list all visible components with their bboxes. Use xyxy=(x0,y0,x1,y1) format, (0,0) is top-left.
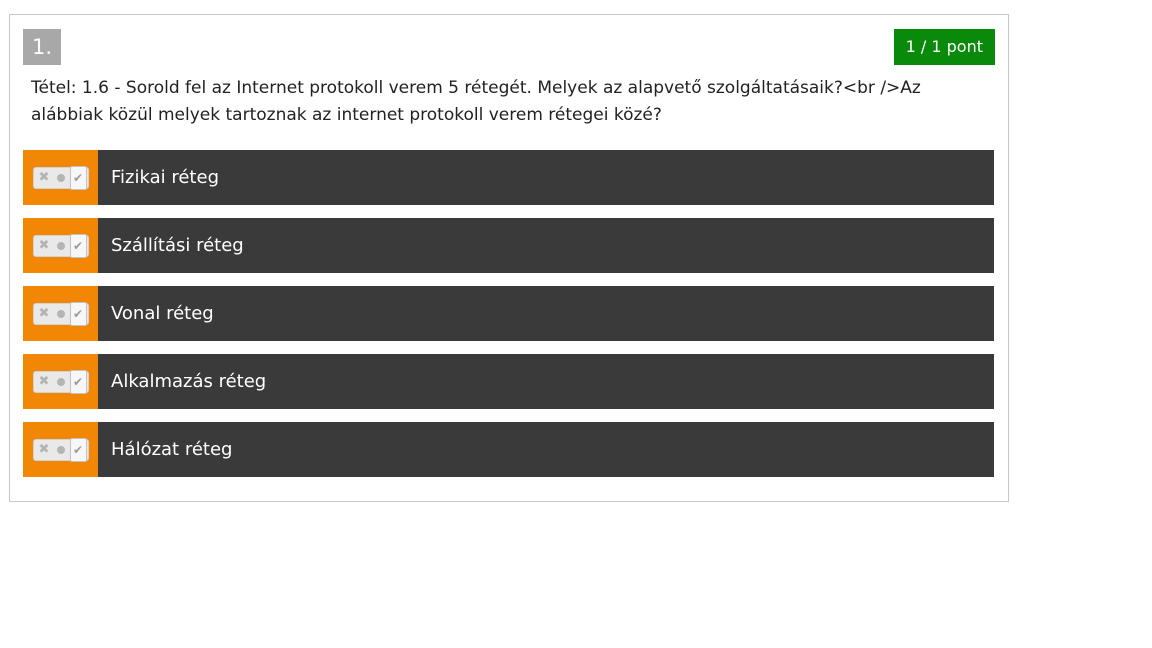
cross-icon: ✖ xyxy=(38,441,50,457)
cross-icon: ✖ xyxy=(38,237,50,253)
dot-icon xyxy=(56,445,65,454)
check-icon: ✔ xyxy=(69,437,87,462)
dot-icon xyxy=(56,173,65,182)
dot-icon xyxy=(56,241,65,250)
answer-option-3[interactable]: ✖ ✔ Vonal réteg xyxy=(23,286,994,341)
cross-icon: ✖ xyxy=(38,169,50,185)
check-icon: ✔ xyxy=(69,301,87,326)
answer-option-4[interactable]: ✖ ✔ Alkalmazás réteg xyxy=(23,354,994,409)
check-icon: ✔ xyxy=(69,233,87,258)
toggle-container: ✖ ✔ xyxy=(23,422,98,477)
answer-option-label: Szállítási réteg xyxy=(98,218,994,273)
cross-icon: ✖ xyxy=(38,373,50,389)
tristate-toggle[interactable]: ✖ ✔ xyxy=(32,165,89,190)
toggle-container: ✖ ✔ xyxy=(23,150,98,205)
tristate-toggle[interactable]: ✖ ✔ xyxy=(32,233,89,258)
toggle-container: ✖ ✔ xyxy=(23,286,98,341)
score-badge: 1 / 1 pont xyxy=(893,29,995,65)
toggle-container: ✖ ✔ xyxy=(23,218,98,273)
question-text: Tétel: 1.6 - Sorold fel az Internet prot… xyxy=(31,78,921,125)
dot-icon xyxy=(56,377,65,386)
tristate-toggle[interactable]: ✖ ✔ xyxy=(32,369,89,394)
answer-option-label: Vonal réteg xyxy=(98,286,994,341)
answer-option-label: Hálózat réteg xyxy=(98,422,994,477)
check-icon: ✔ xyxy=(69,165,87,190)
answer-option-5[interactable]: ✖ ✔ Hálózat réteg xyxy=(23,422,994,477)
question-number: 1. xyxy=(23,29,61,65)
check-icon: ✔ xyxy=(69,369,87,394)
answer-option-1[interactable]: ✖ ✔ Fizikai réteg xyxy=(23,150,994,205)
answer-option-2[interactable]: ✖ ✔ Szállítási réteg xyxy=(23,218,994,273)
answer-option-label: Alkalmazás réteg xyxy=(98,354,994,409)
cross-icon: ✖ xyxy=(38,305,50,321)
dot-icon xyxy=(56,309,65,318)
answer-option-label: Fizikai réteg xyxy=(98,150,994,205)
tristate-toggle[interactable]: ✖ ✔ xyxy=(32,301,89,326)
answer-options: ✖ ✔ Fizikai réteg ✖ ✔ Szállítási réteg ✖ xyxy=(23,150,994,490)
toggle-container: ✖ ✔ xyxy=(23,354,98,409)
question-card: 1. 1 / 1 pont Tétel: 1.6 - Sorold fel az… xyxy=(9,14,1009,502)
tristate-toggle[interactable]: ✖ ✔ xyxy=(32,437,89,462)
